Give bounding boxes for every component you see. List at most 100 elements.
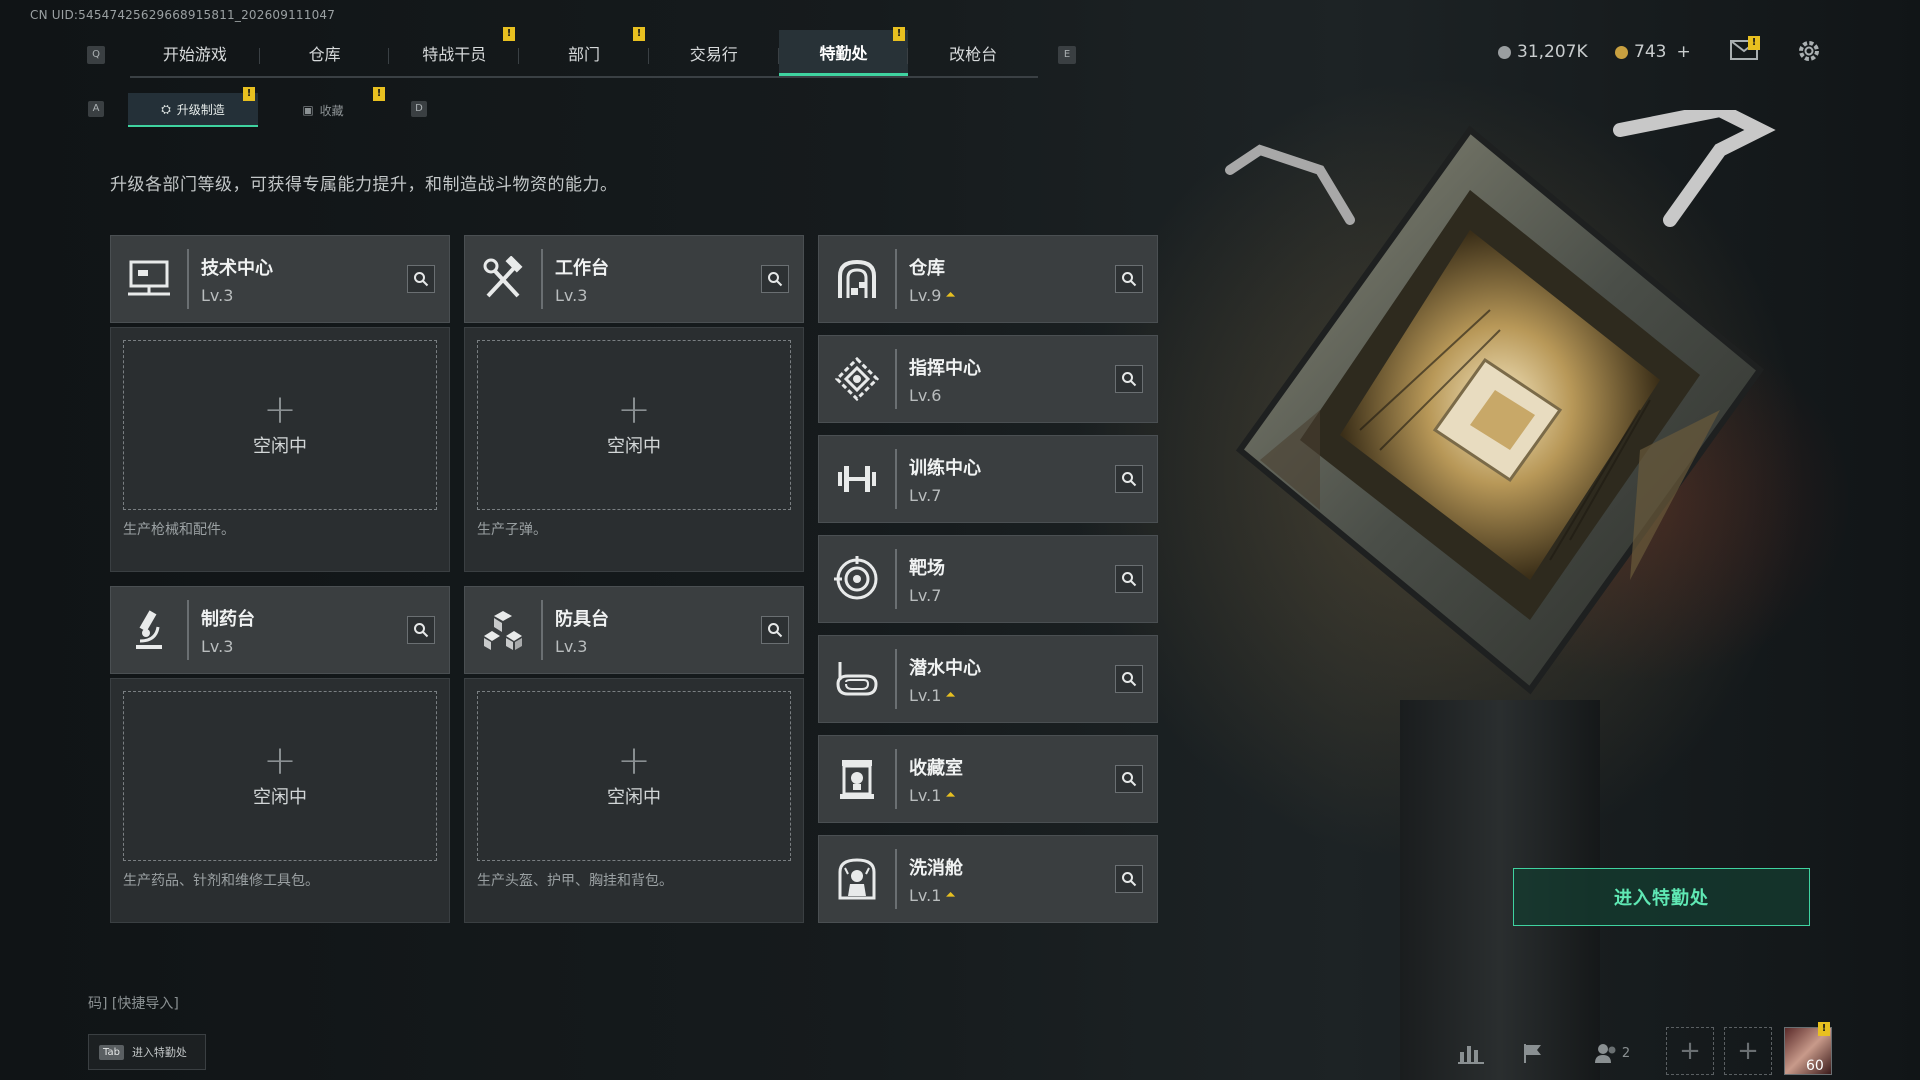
tab-upgrade-craft[interactable]: ⛭ 升级制造 [128, 93, 258, 127]
friends-count: 2 [1621, 1045, 1631, 1061]
production-slot[interactable]: + 空闲中 [477, 340, 791, 510]
computer-icon [111, 249, 189, 309]
coin-icon [1498, 45, 1511, 59]
warehouse-icon [819, 249, 897, 309]
facility-level: Lv.7 [909, 485, 942, 505]
workshop-level: Lv.3 [555, 636, 588, 656]
facility-card-warehouse[interactable]: 仓库 Lv.9 ⏶ [818, 235, 1158, 323]
search-button[interactable] [407, 616, 435, 644]
workshop-card-armor[interactable]: 防具台 Lv.3 [464, 586, 804, 674]
production-slot[interactable]: + 空闲中 [123, 691, 437, 861]
facility-card-decontamination[interactable]: 洗消舱 Lv.1 ⏶ [818, 835, 1158, 923]
search-icon [768, 623, 783, 638]
tab-gunsmith[interactable]: 改枪台 [908, 30, 1038, 76]
team-slot-add-button[interactable]: + [1724, 1027, 1772, 1075]
upgrade-arrow-icon: ⏶ [945, 687, 956, 703]
page-description: 升级各部门等级，可获得专属能力提升，和制造战斗物资的能力。 [110, 175, 618, 195]
quick-import-link[interactable]: 码] [快捷导入] [88, 993, 179, 1013]
facility-name: 指挥中心 [909, 357, 981, 379]
tools-icon [465, 249, 543, 309]
search-icon [414, 272, 429, 287]
workshop-slot-panel: + 空闲中 生产子弹。 [464, 327, 804, 572]
facility-level: Lv.6 [909, 385, 942, 405]
search-icon [1122, 872, 1137, 887]
notification-badge: ! [893, 27, 905, 41]
search-icon [768, 272, 783, 287]
plus-icon: + [617, 387, 651, 433]
facility-name: 收藏室 [909, 757, 963, 779]
workshop-card-tech-center[interactable]: 技术中心 Lv.3 [110, 235, 450, 323]
tab-start-game[interactable]: 开始游戏 [130, 30, 260, 76]
production-slot[interactable]: + 空闲中 [123, 340, 437, 510]
tab-trading[interactable]: 交易行 [649, 30, 779, 76]
search-icon [414, 623, 429, 638]
command-icon [819, 349, 897, 409]
workshop-name: 防具台 [555, 608, 609, 630]
tab-special-ops[interactable]: 特勤处 [778, 30, 909, 76]
collection-tab-icon: ▣ [302, 103, 314, 117]
dumbbell-icon [819, 449, 897, 509]
friends-button[interactable]: 2 [1590, 1034, 1634, 1072]
upgrade-arrow-icon: ⏶ [945, 787, 956, 803]
tab-collection[interactable]: ▣ 收藏 [258, 93, 388, 127]
decon-icon [819, 849, 897, 909]
slot-status: 空闲中 [607, 787, 661, 808]
coin-amount: 31,207K [1517, 42, 1588, 62]
search-button[interactable] [1115, 765, 1143, 793]
slot-status: 空闲中 [253, 436, 307, 457]
facility-name: 洗消舱 [909, 857, 963, 879]
tab-hint[interactable]: Tab 进入特勤处 [88, 1034, 206, 1070]
microscope-icon [111, 600, 189, 660]
search-button[interactable] [1115, 665, 1143, 693]
friends-icon [1594, 1044, 1616, 1063]
facility-name: 潜水中心 [909, 657, 981, 679]
team-slot-add-button[interactable]: + [1666, 1027, 1714, 1075]
workshop-card-pharmacy[interactable]: 制药台 Lv.3 [110, 586, 450, 674]
notification-badge: ! [373, 87, 385, 101]
collection-icon [819, 749, 897, 809]
flag-icon[interactable] [1518, 1034, 1548, 1072]
search-button[interactable] [407, 265, 435, 293]
search-button[interactable] [1115, 565, 1143, 593]
search-button[interactable] [1115, 265, 1143, 293]
gear-icon[interactable] [1797, 39, 1821, 63]
token-balance[interactable]: 743 + [1615, 42, 1691, 62]
notification-badge: ! [243, 87, 255, 101]
workshop-slot-panel: + 空闲中 生产药品、针剂和维修工具包。 [110, 678, 450, 923]
tab-operators[interactable]: 特战干员 [389, 30, 519, 76]
upgrade-arrow-icon: ⏶ [945, 287, 956, 303]
workshop-level: Lv.3 [555, 285, 588, 305]
workshop-description: 生产子弹。 [477, 522, 547, 538]
search-button[interactable] [1115, 865, 1143, 893]
production-slot[interactable]: + 空闲中 [477, 691, 791, 861]
add-token-button[interactable]: + [1676, 42, 1690, 62]
facility-card-shooting-range[interactable]: 靶场 Lv.7 [818, 535, 1158, 623]
workshop-slot-panel: + 空闲中 生产枪械和配件。 [110, 327, 450, 572]
workshop-level: Lv.3 [201, 285, 234, 305]
search-button[interactable] [1115, 365, 1143, 393]
tab-departments[interactable]: 部门 [519, 30, 649, 76]
search-icon [1122, 472, 1137, 487]
tab-warehouse[interactable]: 仓库 [260, 30, 390, 76]
search-button[interactable] [761, 265, 789, 293]
plus-icon: + [263, 387, 297, 433]
stats-icon[interactable] [1456, 1034, 1486, 1072]
facility-card-diving-center[interactable]: 潜水中心 Lv.1 ⏶ [818, 635, 1158, 723]
facility-level: Lv.7 [909, 585, 942, 605]
upgrade-icon: ⛭ [161, 101, 171, 116]
plus-icon: + [617, 738, 651, 784]
search-icon [1122, 572, 1137, 587]
search-icon [1122, 772, 1137, 787]
nav-left-key-hint: Q [87, 46, 105, 64]
coin-balance[interactable]: 31,207K [1498, 42, 1588, 62]
facility-card-training-center[interactable]: 训练中心 Lv.7 [818, 435, 1158, 523]
target-icon [819, 549, 897, 609]
search-button[interactable] [761, 616, 789, 644]
facility-card-collection-room[interactable]: 收藏室 Lv.1 ⏶ [818, 735, 1158, 823]
search-icon [1122, 372, 1137, 387]
enter-special-ops-button[interactable]: 进入特勤处 [1513, 868, 1810, 926]
workshop-card-workbench[interactable]: 工作台 Lv.3 [464, 235, 804, 323]
facility-card-command-center[interactable]: 指挥中心 Lv.6 [818, 335, 1158, 423]
tab-hint-label: 进入特勤处 [131, 1046, 187, 1059]
search-button[interactable] [1115, 465, 1143, 493]
